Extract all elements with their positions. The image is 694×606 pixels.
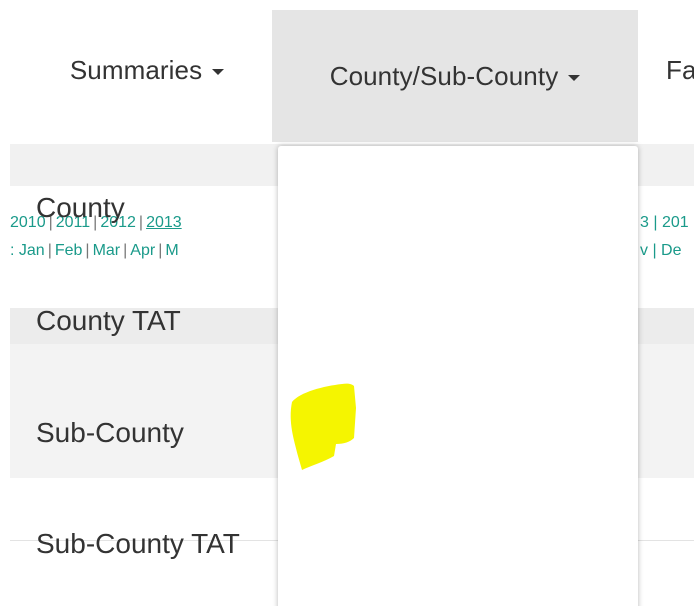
month-filter-right[interactable]: v | De (640, 242, 682, 260)
dropdown-item-county[interactable]: County (36, 192, 125, 224)
separator: | (138, 214, 144, 231)
county-dropdown-menu (278, 146, 638, 606)
year-filter-right[interactable]: 3 | 201 (640, 214, 689, 232)
month-link[interactable]: Feb (55, 242, 83, 259)
separator: | (85, 242, 90, 259)
month-link[interactable]: Jan (19, 242, 45, 259)
month-right-text: v | De (640, 242, 682, 259)
separator: | (158, 242, 163, 259)
page: Summaries County/Sub-County Fa 2010 | 2011… (0, 0, 694, 606)
dropdown-item-sub-county-tat[interactable]: Sub-County TAT (36, 528, 240, 560)
year-right-text: 3 | 201 (640, 214, 689, 231)
nav-summaries-label: Summaries (69, 54, 203, 85)
separator: | (123, 242, 128, 259)
month-filter-row: : Jan | Feb | Mar | Apr | M (10, 242, 179, 260)
nav-county-sub-county-label: County/Sub-County (329, 60, 559, 91)
caret-down-icon (212, 68, 225, 75)
top-navbar: Summaries County/Sub-County Fa (0, 0, 694, 142)
nav-summaries[interactable]: Summaries (30, 0, 264, 140)
month-row-prefix: : (10, 242, 19, 259)
nav-facilities-label: Fa (666, 54, 694, 85)
caret-down-icon (568, 74, 581, 81)
separator: | (47, 242, 52, 259)
nav-facilities[interactable]: Fa (666, 0, 694, 140)
year-link-selected[interactable]: 2013 (146, 214, 182, 231)
month-link[interactable]: Apr (130, 242, 155, 259)
dropdown-item-county-tat[interactable]: County TAT (36, 305, 181, 337)
month-link[interactable]: Mar (93, 242, 121, 259)
nav-county-sub-county[interactable]: County/Sub-County (272, 10, 638, 142)
dropdown-item-sub-county[interactable]: Sub-County (36, 417, 184, 449)
month-link[interactable]: M (165, 242, 178, 259)
